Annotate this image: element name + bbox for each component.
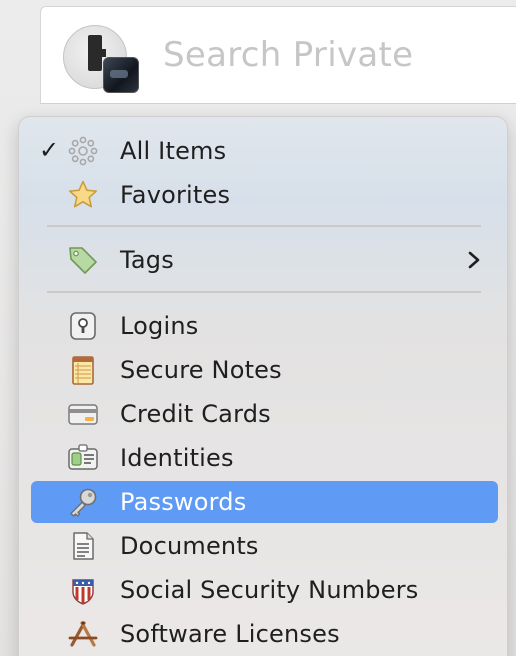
menu-item-label: Identities xyxy=(120,444,234,472)
menu-item-identities[interactable]: Identities xyxy=(31,437,498,479)
menu-item-label: Software Licenses xyxy=(120,620,340,648)
tag-icon xyxy=(69,247,97,274)
menu-item-documents[interactable]: Documents xyxy=(31,525,498,567)
menu-item-label: Secure Notes xyxy=(120,356,282,384)
menu-item-all-items[interactable]: ✓ All Items xyxy=(31,130,498,172)
menu-item-passwords[interactable]: Passwords xyxy=(31,481,498,523)
menu-item-software-licenses[interactable]: Software Licenses xyxy=(31,613,498,655)
key-icon xyxy=(70,488,97,517)
menu-separator xyxy=(47,225,481,227)
menu-item-social-security-numbers[interactable]: Social Security Numbers xyxy=(31,569,498,611)
keyhole-icon xyxy=(70,312,96,340)
menu-item-secure-notes[interactable]: Secure Notes xyxy=(31,349,498,391)
menu-item-label: Favorites xyxy=(120,181,231,209)
menu-item-label: Passwords xyxy=(120,488,247,516)
credit-card-icon xyxy=(68,404,98,425)
menu-item-label: Documents xyxy=(120,532,259,560)
vault-keyhole-glyph xyxy=(88,35,106,71)
document-icon xyxy=(73,532,94,560)
vault-thumbnail-image xyxy=(103,57,139,93)
menu-item-label: Social Security Numbers xyxy=(120,576,419,604)
menu-item-label: Logins xyxy=(120,312,199,340)
menu-separator xyxy=(47,291,481,293)
id-card-icon xyxy=(68,444,98,470)
menu-item-label: Tags xyxy=(120,246,174,274)
menu-item-logins[interactable]: Logins xyxy=(31,305,498,347)
app-store-icon xyxy=(68,621,98,647)
checkmark-icon: ✓ xyxy=(39,136,60,164)
chevron-right-icon xyxy=(468,251,480,269)
ssn-shield-icon xyxy=(72,579,94,605)
menu-item-label: All Items xyxy=(120,137,227,165)
star-icon xyxy=(68,180,98,208)
menu-item-label: Credit Cards xyxy=(120,400,271,428)
menu-item-credit-cards[interactable]: Credit Cards xyxy=(31,393,498,435)
category-dropdown-menu: ✓ All Items Favorites Tags Logins Secure… xyxy=(18,116,508,656)
search-bar[interactable]: Search Private xyxy=(40,6,516,104)
menu-item-favorites[interactable]: Favorites xyxy=(31,174,498,216)
menu-item-tags[interactable]: Tags xyxy=(31,239,498,281)
search-input[interactable]: Search Private xyxy=(163,35,413,75)
all-items-icon xyxy=(68,136,98,166)
notepad-icon xyxy=(72,356,94,385)
